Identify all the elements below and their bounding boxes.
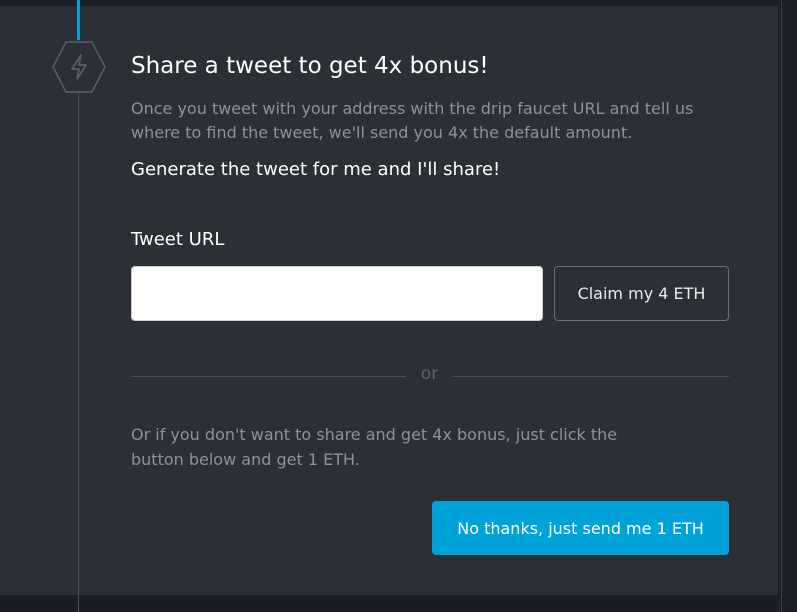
step-description: Once you tweet with your address with th…	[131, 99, 694, 142]
tweet-url-label: Tweet URL	[131, 229, 225, 250]
divider-line-left	[131, 376, 406, 377]
divider-or-text: or	[420, 364, 439, 384]
lightning-bolt-icon	[52, 41, 106, 93]
divider-line-right	[453, 376, 729, 377]
generate-tweet-link[interactable]: Generate the tweet for me and I'll share…	[131, 159, 500, 180]
alternative-description: Or if you don't want to share and get 4x…	[131, 425, 618, 469]
step-title: Share a tweet to get 4x bonus!	[131, 53, 489, 79]
right-edge	[778, 0, 797, 612]
timeline-active-segment	[77, 0, 80, 40]
bottom-strip	[0, 595, 778, 612]
claim-4-eth-button[interactable]: Claim my 4 ETH	[554, 266, 729, 321]
tweet-url-input[interactable]	[131, 266, 543, 321]
send-1-eth-button[interactable]: No thanks, just send me 1 ETH	[432, 501, 729, 555]
